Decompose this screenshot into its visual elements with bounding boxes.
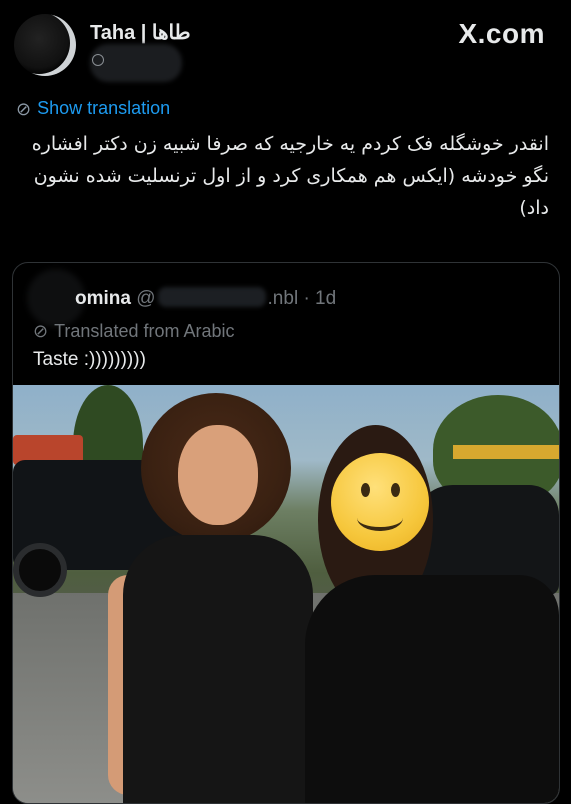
translate-icon: ⊘: [16, 98, 32, 119]
person-right-shirt: [305, 575, 559, 803]
translated-from-row: ⊘ Translated from Arabic: [33, 321, 235, 342]
quoted-name[interactable]: omina: [75, 288, 131, 309]
brand-logo: X.com: [458, 18, 545, 49]
verified-ring-icon: [92, 54, 104, 66]
smiley-emoji-icon: [331, 453, 429, 551]
quoted-header: omina @ .nbl · 1d: [75, 287, 336, 310]
show-translation-link[interactable]: ⊘ Show translation: [16, 98, 170, 119]
quoted-tweet[interactable]: omina @ .nbl · 1d ⊘ Translated from Arabi…: [12, 262, 560, 804]
tweet-text: انقدر خوشگله فک کردم یه خارجیه که صرفا ش…: [31, 133, 549, 219]
quoted-at: @: [136, 288, 156, 309]
quoted-photo[interactable]: [13, 385, 559, 803]
emoji-eye: [391, 483, 400, 497]
quoted-time[interactable]: · 1d: [303, 288, 336, 309]
emoji-mouth: [357, 505, 403, 531]
person-left-face: [178, 425, 258, 525]
translated-from-label: Translated from Arabic: [54, 321, 235, 341]
building-sign: [453, 445, 559, 459]
author-avatar[interactable]: [14, 14, 76, 76]
person-left-dress: [123, 535, 313, 803]
show-translation-label[interactable]: Show translation: [37, 98, 170, 119]
author-handle-blurred: [90, 44, 182, 82]
quoted-handle-suffix: .nbl: [267, 288, 299, 309]
emoji-eye: [361, 483, 370, 497]
translate-icon: ⊘: [33, 321, 49, 341]
truck-wheel: [13, 543, 67, 597]
quoted-text: Taste :))))))))): [33, 349, 146, 370]
quoted-handle-blurred: [157, 287, 266, 307]
author-name[interactable]: Taha | طاها: [90, 20, 191, 45]
